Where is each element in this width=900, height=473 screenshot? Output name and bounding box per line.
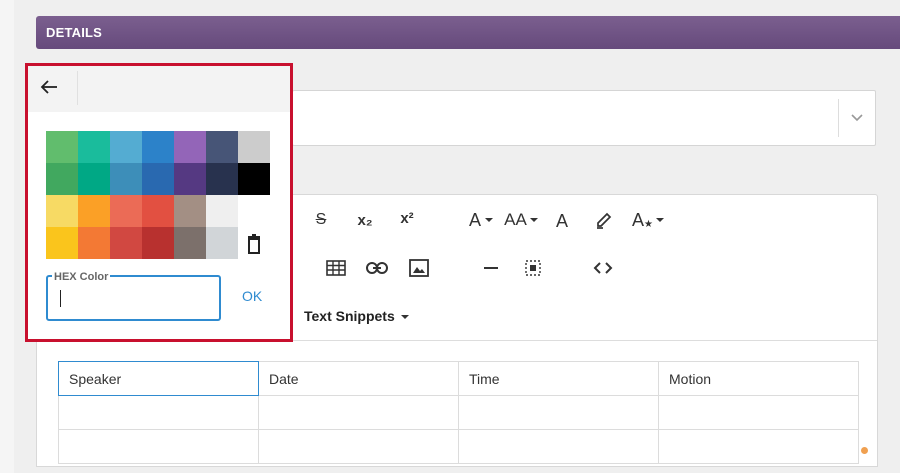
superscript-icon: x² (400, 209, 414, 227)
text-cursor (60, 290, 61, 307)
caret-down-icon (655, 218, 664, 222)
color-swatch[interactable] (78, 131, 110, 163)
color-swatch[interactable] (46, 195, 78, 227)
color-swatch[interactable] (110, 227, 142, 259)
table-cell[interactable] (258, 395, 459, 430)
resize-handle[interactable] (861, 447, 868, 454)
color-swatch[interactable] (174, 195, 206, 227)
text-color-button[interactable]: A (550, 209, 574, 233)
table-header-row: Speaker Date Time Motion (58, 361, 859, 396)
subscript-icon: x₂ (357, 211, 373, 229)
chevron-down-icon[interactable] (849, 109, 865, 125)
caret-down-icon (485, 218, 493, 222)
table-cell[interactable] (658, 429, 859, 464)
table-cell[interactable] (458, 395, 659, 430)
horizontal-line-button[interactable] (479, 257, 503, 279)
code-view-button[interactable] (591, 257, 615, 279)
select-all-icon (525, 260, 541, 276)
ok-button[interactable]: OK (242, 288, 262, 304)
select-divider (838, 99, 839, 137)
color-swatch[interactable] (206, 227, 238, 259)
horizontal-line-icon (484, 267, 498, 269)
hex-color-label: HEX Color (52, 271, 111, 283)
color-swatch[interactable] (174, 227, 206, 259)
table-cell-time[interactable]: Time (458, 361, 659, 396)
color-swatch[interactable] (206, 131, 238, 163)
motion-table: Speaker Date Time Motion (58, 361, 859, 464)
color-swatch[interactable] (206, 195, 238, 227)
color-swatch[interactable] (46, 163, 78, 195)
table-cell-date[interactable]: Date (258, 361, 459, 396)
insert-table-button[interactable] (324, 257, 348, 279)
dropdown-select[interactable] (292, 90, 876, 146)
table-cell-motion[interactable]: Motion (658, 361, 859, 396)
image-icon (409, 259, 429, 277)
code-icon (593, 262, 613, 274)
table-icon (326, 260, 346, 276)
table-cell[interactable] (258, 429, 459, 464)
text-snippets-dropdown[interactable]: Text Snippets (304, 308, 409, 324)
star-icon: ★ (644, 218, 653, 230)
color-swatch[interactable] (174, 163, 206, 195)
popup-header (28, 66, 290, 112)
color-picker-popup: HEX Color OK (25, 63, 293, 342)
details-title: DETAILS (46, 25, 103, 40)
color-swatch[interactable] (78, 195, 110, 227)
inline-style-icon: A (632, 209, 645, 230)
color-swatch[interactable] (142, 131, 174, 163)
hex-color-field[interactable]: HEX Color (46, 271, 221, 321)
select-all-button[interactable] (521, 257, 545, 279)
font-family-button[interactable]: A (465, 209, 497, 231)
insert-image-button[interactable] (407, 257, 431, 279)
superscript-button[interactable]: x² (395, 207, 419, 229)
color-swatch[interactable] (110, 131, 142, 163)
color-swatch[interactable] (110, 195, 142, 227)
table-row (58, 395, 859, 430)
highlighter-icon (597, 212, 612, 229)
table-cell[interactable] (658, 395, 859, 430)
link-icon (366, 262, 388, 274)
header-divider (77, 71, 78, 105)
color-swatch[interactable] (206, 163, 238, 195)
color-swatch[interactable] (238, 131, 270, 163)
highlight-button[interactable] (592, 209, 616, 231)
text-snippets-label: Text Snippets (304, 308, 395, 324)
text-color-icon: A (555, 210, 568, 231)
table-cell[interactable] (58, 395, 259, 430)
strikethrough-icon: S (315, 211, 327, 228)
table-cell[interactable] (458, 429, 659, 464)
strikethrough-button[interactable]: S (309, 209, 333, 231)
back-arrow-icon[interactable] (38, 76, 60, 98)
trash-icon[interactable] (246, 234, 262, 254)
color-swatch[interactable] (142, 163, 174, 195)
subscript-button[interactable]: x₂ (353, 209, 377, 231)
color-swatch-grid (46, 131, 270, 259)
hex-color-input[interactable] (58, 289, 208, 309)
color-swatch[interactable] (238, 163, 270, 195)
insert-link-button[interactable] (365, 257, 389, 279)
color-swatch[interactable] (110, 163, 142, 195)
caret-down-icon (400, 315, 409, 320)
color-swatch[interactable] (78, 163, 110, 195)
caret-down-icon (529, 218, 538, 222)
table-cell-speaker[interactable]: Speaker (58, 361, 259, 396)
color-swatch[interactable] (46, 131, 78, 163)
color-swatch[interactable] (142, 195, 174, 227)
font-size-button[interactable]: AA (503, 209, 539, 231)
color-swatch[interactable] (142, 227, 174, 259)
font-size-icon: AA (504, 210, 527, 229)
font-color-icon: A (468, 209, 481, 230)
color-swatch[interactable] (46, 227, 78, 259)
details-header: DETAILS (36, 16, 900, 49)
color-swatch[interactable] (78, 227, 110, 259)
color-swatch[interactable] (174, 131, 206, 163)
table-row (58, 429, 859, 464)
color-swatch[interactable] (238, 195, 270, 227)
table-cell[interactable] (58, 429, 259, 464)
inline-style-button[interactable]: A ★ (631, 209, 665, 231)
